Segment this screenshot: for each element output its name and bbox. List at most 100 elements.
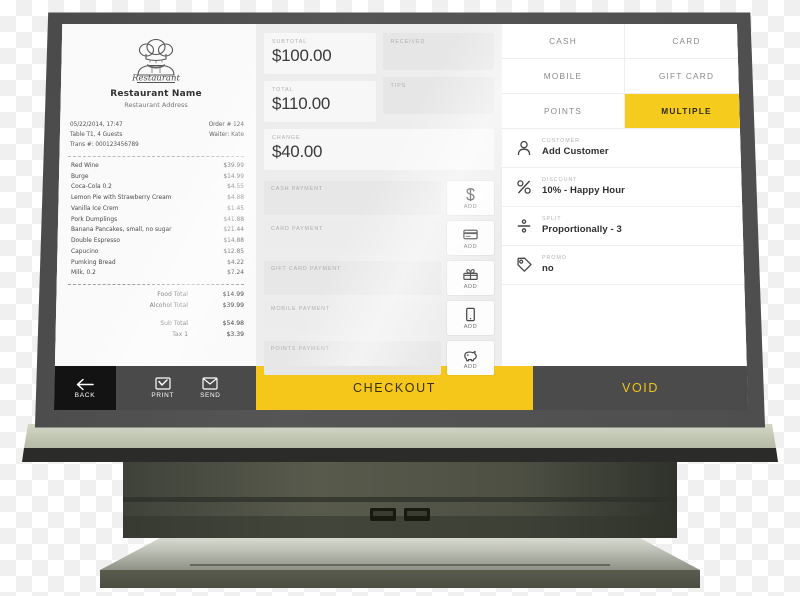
receipt-item-price: $14.88 bbox=[223, 238, 244, 245]
change-card[interactable]: CHANGE $40.00 bbox=[264, 129, 494, 170]
payment-method-multiple[interactable]: MULTIPLE bbox=[625, 94, 748, 129]
option-row-split[interactable]: SPLIT Proportionally - 3 bbox=[502, 207, 748, 246]
receipt-item-name: Red Wine bbox=[71, 162, 99, 169]
option-row-promo[interactable]: PROMO no bbox=[502, 246, 748, 285]
option-value: 10% - Happy Hour bbox=[542, 185, 625, 196]
option-label: CUSTOMER bbox=[542, 138, 580, 144]
add-button-label: ADD bbox=[463, 284, 478, 290]
envelope-icon bbox=[202, 377, 218, 390]
option-text: CUSTOMER Add Customer bbox=[542, 138, 609, 157]
receipt-total-label: Tax 1 bbox=[172, 330, 188, 338]
print-button[interactable]: PRINT bbox=[151, 377, 174, 399]
subtotal-card[interactable]: SUBTOTAL $100.00 bbox=[264, 33, 376, 74]
dollar-icon bbox=[466, 187, 475, 202]
receipt-panel[interactable]: Restaurant Restaurant Name Restaurant Ad… bbox=[54, 24, 256, 366]
send-button[interactable]: SEND bbox=[200, 377, 221, 399]
receipt-item-name: Lemon Pie with Strawberry Cream bbox=[71, 195, 172, 202]
option-row-customer[interactable]: CUSTOMER Add Customer bbox=[502, 129, 748, 168]
payment-row-label: GIFT CARD PAYMENT bbox=[271, 266, 342, 272]
receipt-total-row: Sub Total $54.98 bbox=[68, 318, 244, 329]
receipt-item-name: Double Espresso bbox=[71, 238, 120, 245]
payment-row: CASH PAYMENT ADD bbox=[264, 181, 494, 215]
tag-icon bbox=[516, 257, 532, 272]
payment-row: MOBILE PAYMENT ADD bbox=[264, 301, 494, 335]
print-send-group: PRINT SEND bbox=[116, 366, 256, 410]
receipt-item-price: $4.88 bbox=[227, 195, 244, 202]
add-payment-button[interactable]: ADD bbox=[447, 181, 494, 215]
add-button-label: ADD bbox=[463, 204, 478, 210]
received-label: RECEIVED bbox=[390, 39, 426, 45]
total-label: TOTAL bbox=[272, 87, 294, 93]
receipt-item-row[interactable]: Double Espresso $14.88 bbox=[68, 236, 244, 247]
receipt-item-row[interactable]: Banana Pancakes, small, no sugar $21.44 bbox=[68, 225, 244, 236]
payment-row-label: MOBILE PAYMENT bbox=[271, 306, 331, 312]
print-icon bbox=[155, 377, 171, 390]
payment-method-card[interactable]: CARD bbox=[625, 24, 748, 59]
payment-amount-field[interactable]: POINTS PAYMENT bbox=[264, 341, 441, 375]
receipt-item-name: Milk, 0.2 bbox=[71, 270, 96, 277]
receipt-item-row[interactable]: Capucino $12.85 bbox=[68, 247, 244, 258]
option-icon-wrap bbox=[514, 256, 533, 274]
payment-row-label: CARD PAYMENT bbox=[271, 226, 324, 232]
piggy-bank-icon bbox=[464, 350, 477, 362]
option-text: DISCOUNT 10% - Happy Hour bbox=[542, 177, 625, 196]
arrow-left-icon bbox=[76, 378, 94, 390]
gift-icon bbox=[463, 269, 478, 281]
add-payment-button[interactable]: ADD bbox=[447, 221, 494, 255]
option-icon-wrap bbox=[514, 217, 533, 235]
receipt-total-value: $14.99 bbox=[222, 290, 244, 298]
add-button-label: ADD bbox=[463, 364, 478, 370]
payment-method-grid: CASH CARD MOBILE GIFT CARD POINTS MULTIPLE bbox=[502, 24, 748, 129]
receipt-item-row[interactable]: Milk, 0.2 $7.24 bbox=[68, 268, 244, 279]
received-card[interactable]: RECEIVED bbox=[382, 33, 494, 70]
order-options-list: CUSTOMER Add Customer DISCOUNT 10% - Happy … bbox=[502, 129, 748, 285]
add-payment-button[interactable]: ADD bbox=[447, 341, 494, 375]
receipt-item-row[interactable]: Red Wine $39.99 bbox=[68, 161, 244, 172]
receipt-item-price: $14.99 bbox=[223, 173, 244, 180]
receipt-item-row[interactable]: Coca-Cola 0.2 $4.55 bbox=[68, 182, 244, 193]
receipt-item-price: $41.88 bbox=[223, 216, 244, 223]
void-button[interactable]: VOID bbox=[533, 366, 748, 410]
receipt-item-name: Burge bbox=[71, 173, 89, 180]
tips-card[interactable]: TIPS bbox=[382, 77, 494, 114]
subtotal-label: SUBTOTAL bbox=[272, 39, 308, 45]
payment-options-panel: CASH CARD MOBILE GIFT CARD POINTS MULTIPLE CU… bbox=[502, 24, 748, 366]
receipt-item-price: $4.55 bbox=[227, 184, 244, 191]
receipt-divider-top bbox=[68, 155, 244, 157]
receipt-total-value: $39.99 bbox=[222, 302, 244, 310]
payment-amount-field[interactable]: MOBILE PAYMENT bbox=[264, 301, 441, 335]
person-icon bbox=[517, 140, 530, 155]
pos-terminal-monitor: Restaurant Restaurant Name Restaurant Ad… bbox=[32, 10, 768, 430]
payment-method-mobile[interactable]: MOBILE bbox=[502, 59, 625, 94]
receipt-item-price: $39.99 bbox=[223, 162, 244, 169]
add-payment-button[interactable]: ADD bbox=[447, 261, 494, 295]
receipt-item-name: Capucino bbox=[71, 248, 99, 255]
receipt-item-row[interactable]: Pumking Bread $4.22 bbox=[68, 258, 244, 269]
print-label: PRINT bbox=[151, 392, 175, 399]
receipt-items-list: Red Wine $39.99 Burge $14.99 Coca-Cola 0.2 $4… bbox=[68, 161, 244, 279]
payment-method-gift-card[interactable]: GIFT CARD bbox=[625, 59, 748, 94]
back-button[interactable]: BACK bbox=[54, 366, 116, 410]
receipt-item-row[interactable]: Vanilla Ice Crem $1.45 bbox=[68, 204, 244, 215]
option-value: Proportionally - 3 bbox=[542, 224, 622, 235]
total-card[interactable]: TOTAL $110.00 bbox=[264, 81, 376, 122]
receipt-item-price: $12.85 bbox=[223, 248, 244, 255]
payment-method-cash[interactable]: CASH bbox=[502, 24, 625, 59]
option-label: SPLIT bbox=[542, 216, 562, 222]
option-row-discount[interactable]: DISCOUNT 10% - Happy Hour bbox=[502, 168, 748, 207]
payment-method-points[interactable]: POINTS bbox=[502, 94, 625, 129]
payment-summary-panel: SUBTOTAL $100.00 TOTAL $110.00 RECEIVED bbox=[256, 24, 502, 375]
receipt-total-value: $3.39 bbox=[226, 330, 244, 338]
subtotal-value: $100.00 bbox=[272, 46, 332, 65]
restaurant-name: Restaurant Name bbox=[110, 89, 202, 99]
receipt-item-price: $4.22 bbox=[227, 259, 244, 266]
receipt-item-row[interactable]: Pork Dumplings $41.88 bbox=[68, 215, 244, 226]
payment-amount-field[interactable]: CASH PAYMENT bbox=[264, 181, 441, 215]
back-label: BACK bbox=[74, 391, 96, 399]
receipt-item-row[interactable]: Lemon Pie with Strawberry Cream $4.88 bbox=[68, 193, 244, 204]
change-label: CHANGE bbox=[272, 135, 301, 141]
receipt-item-row[interactable]: Burge $14.99 bbox=[68, 172, 244, 183]
payment-amount-field[interactable]: GIFT CARD PAYMENT bbox=[264, 261, 441, 295]
add-payment-button[interactable]: ADD bbox=[447, 301, 494, 335]
payment-amount-field[interactable]: CARD PAYMENT bbox=[264, 221, 441, 255]
